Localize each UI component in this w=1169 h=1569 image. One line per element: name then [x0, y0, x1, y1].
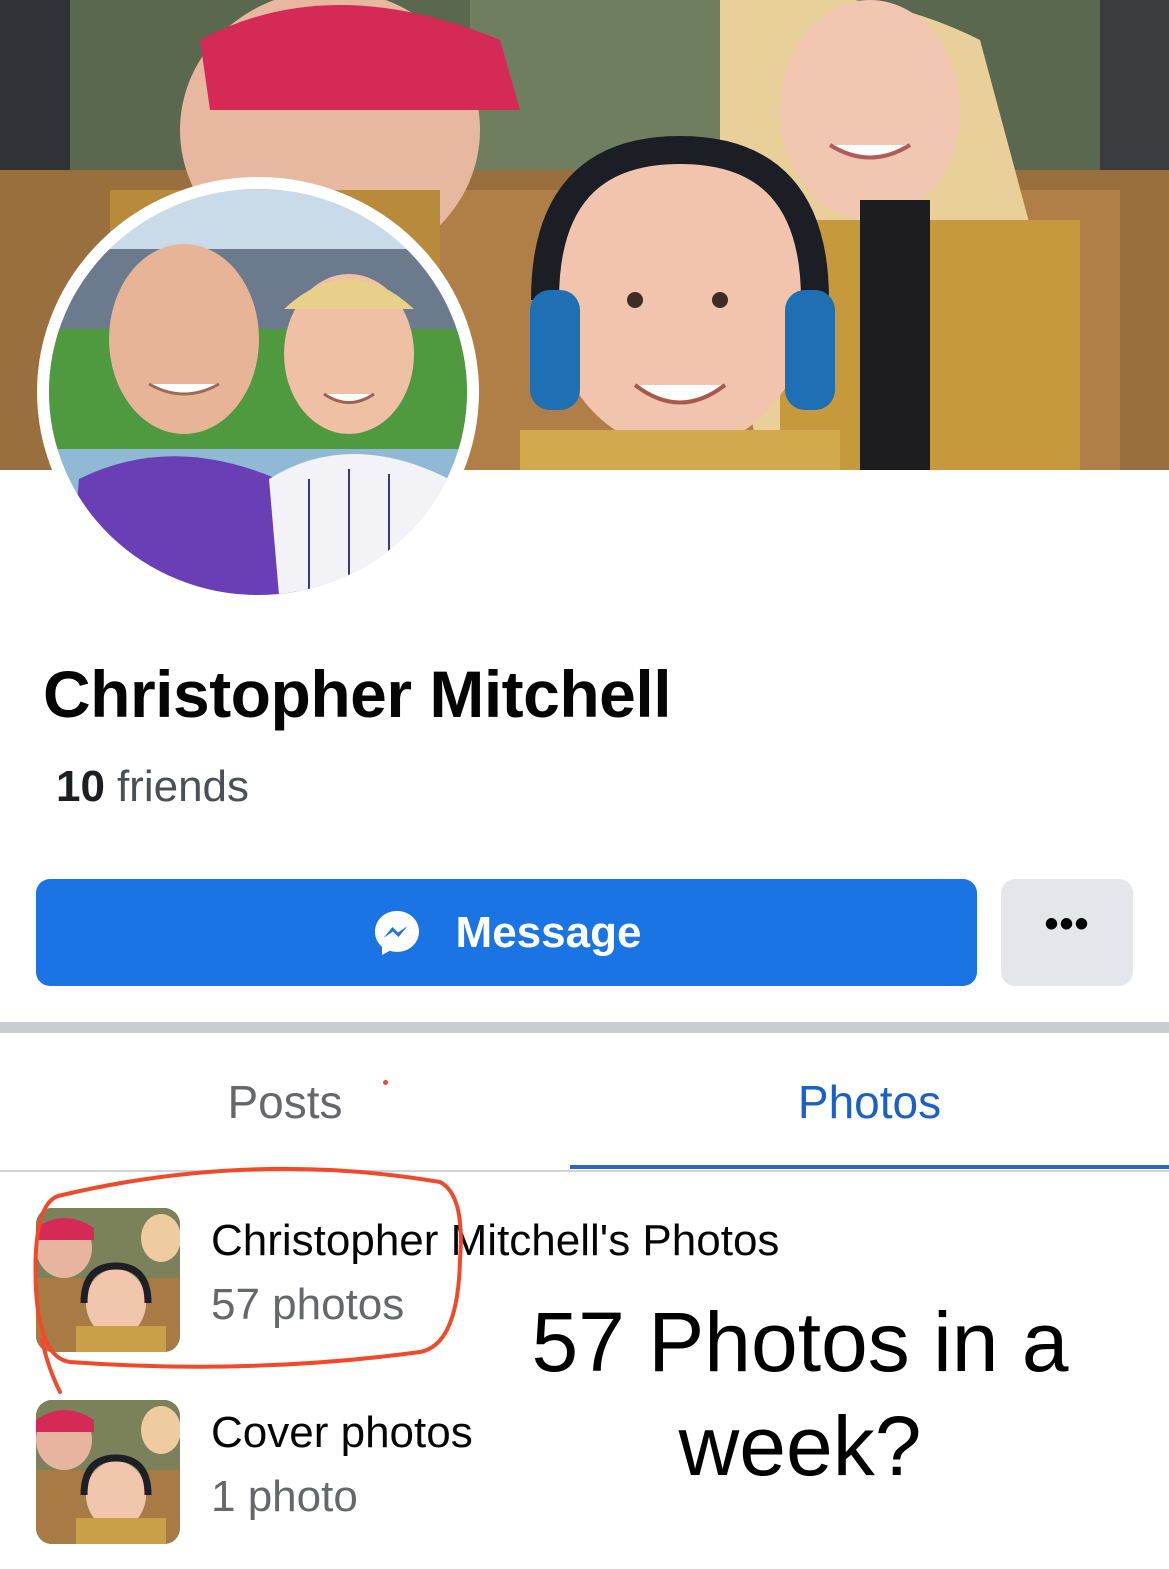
album-photo-count: 1 photo: [211, 1472, 358, 1521]
tab-photos[interactable]: Photos: [570, 1033, 1169, 1170]
tab-posts[interactable]: Posts: [0, 1033, 570, 1170]
album-photo-count: 57 photos: [211, 1280, 405, 1329]
album-title: Christopher Mitchell's Photos: [211, 1216, 780, 1265]
friends-count-label: friends: [116, 762, 250, 811]
messenger-icon: [374, 910, 419, 955]
friends-count-number: 10: [56, 762, 105, 811]
annotation-caption: 57 Photos in a week?: [440, 1290, 1160, 1498]
message-button[interactable]: Message: [36, 879, 977, 986]
avatar: [49, 189, 467, 595]
more-options-button[interactable]: •••: [1001, 879, 1133, 986]
profile-name: Christopher Mitchell: [43, 657, 672, 731]
annotation-dot: [383, 1080, 388, 1085]
album-thumbnail: [36, 1400, 180, 1544]
profile-tabs: Posts Photos: [0, 1033, 1169, 1172]
annotation-caption-line2: week?: [678, 1399, 922, 1493]
annotation-caption-line1: 57 Photos in a: [531, 1295, 1069, 1389]
active-tab-indicator: [570, 1165, 1169, 1169]
message-button-label: Message: [455, 907, 642, 957]
more-options-icon: •••: [1044, 901, 1090, 946]
section-divider: [0, 1022, 1169, 1033]
friends-count[interactable]: 10 friends: [56, 762, 249, 812]
profile-picture[interactable]: [37, 177, 479, 607]
album-thumbnail: [36, 1208, 180, 1352]
album-title: Cover photos: [211, 1408, 473, 1457]
